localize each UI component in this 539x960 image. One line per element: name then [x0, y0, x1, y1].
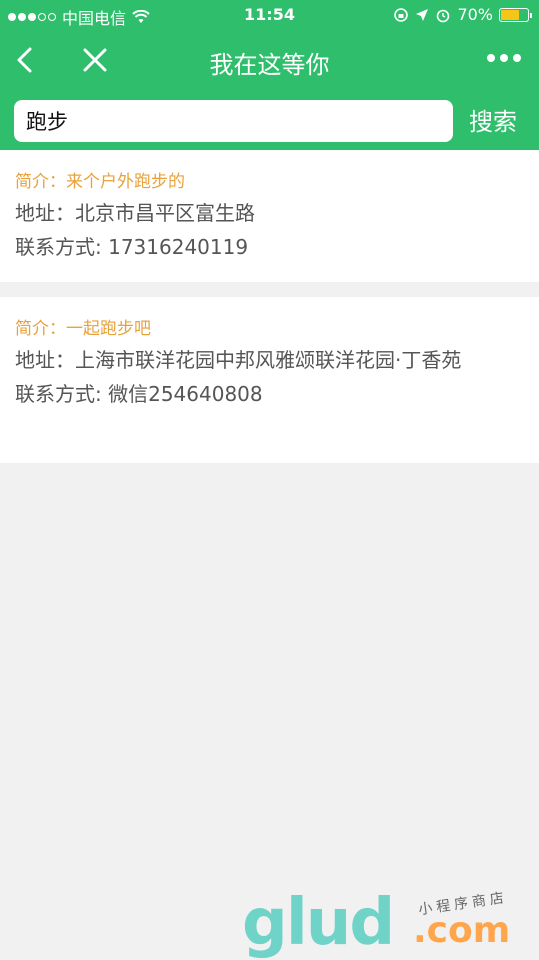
intro-label: 简介：	[15, 319, 66, 339]
page-title: 我在这等你	[209, 51, 330, 79]
contact-text: 微信254640808	[108, 382, 263, 406]
address-row: 地址：上海市联洋花园中邦风雅颂联洋花园·丁香苑	[15, 343, 524, 377]
address-row: 地址：北京市昌平区富生路	[15, 196, 524, 230]
contact-row: 联系方式: 微信254640808	[15, 377, 524, 411]
more-dots-icon	[487, 54, 495, 62]
intro-text: 一起跑步吧	[66, 319, 151, 339]
search-button[interactable]: 搜索	[469, 102, 517, 137]
nav-bar: 我在这等你	[0, 30, 539, 90]
address-label: 地址：	[15, 348, 75, 372]
result-card[interactable]: 简介：一起跑步吧 地址：上海市联洋花园中邦风雅颂联洋花园·丁香苑 联系方式: 微…	[0, 297, 539, 463]
battery-fill	[501, 9, 519, 20]
intro-row: 简介：来个户外跑步的	[15, 168, 524, 196]
watermark-brand: glud	[242, 886, 395, 960]
rotation-lock-icon	[394, 7, 409, 22]
intro-row: 简介：一起跑步吧	[15, 315, 524, 343]
status-bar: 中国电信 11:54 70%	[0, 0, 539, 30]
contact-label: 联系方式:	[15, 235, 109, 259]
search-bar: 搜索	[0, 90, 539, 150]
battery-percent: 70%	[457, 5, 493, 24]
contact-text: 17316240119	[108, 235, 249, 259]
address-text: 上海市联洋花园中邦风雅颂联洋花园·丁香苑	[75, 348, 462, 372]
search-input[interactable]	[14, 100, 453, 142]
contact-row: 联系方式: 17316240119	[15, 230, 524, 264]
result-card[interactable]: 简介：来个户外跑步的 地址：北京市昌平区富生路 联系方式: 1731624011…	[0, 150, 539, 282]
status-right: 70%	[393, 5, 532, 24]
address-label: 地址：	[15, 201, 75, 225]
address-text: 北京市昌平区富生路	[75, 201, 255, 225]
intro-label: 简介：	[15, 172, 66, 192]
battery-icon	[499, 7, 532, 22]
alarm-icon	[437, 9, 450, 22]
more-button[interactable]	[487, 54, 521, 62]
contact-label: 联系方式:	[15, 382, 109, 406]
location-icon	[416, 8, 429, 21]
intro-text: 来个户外跑步的	[66, 172, 185, 192]
watermark-logo: glud 小程序商店 .com	[238, 888, 538, 958]
watermark-domain: .com	[413, 910, 511, 951]
